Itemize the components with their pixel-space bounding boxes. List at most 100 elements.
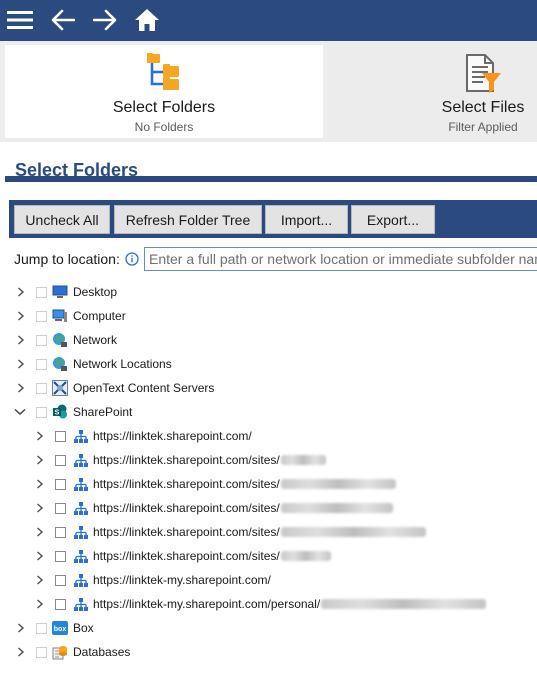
tree-item-label: Databases (73, 645, 131, 659)
tree-item-sharepoint-site[interactable]: https://linktek.sharepoint.com/sites/ (35, 544, 331, 568)
tree-item-label: https://linktek.sharepoint.com/sites/ (93, 453, 280, 467)
tree-checkbox[interactable] (55, 430, 66, 442)
tree-item-label: Network Locations (73, 357, 172, 371)
site-hierarchy-icon (73, 548, 89, 564)
tab-select-folders-title: Select Folders (112, 99, 216, 116)
tree-checkbox[interactable] (55, 502, 66, 514)
tree-item-label: https://linktek-my.sharepoint.com/person… (93, 597, 321, 611)
database-icon (52, 644, 68, 660)
chevron-down-icon[interactable] (14, 407, 26, 417)
chevron-right-icon[interactable] (35, 599, 45, 609)
computer-icon (52, 308, 68, 324)
tree-item-label: SharePoint (73, 405, 133, 419)
forward-arrow-icon[interactable] (89, 4, 121, 36)
chevron-right-icon[interactable] (16, 647, 26, 657)
folder-tree-icon (145, 51, 183, 96)
svg-text:box: box (54, 626, 67, 633)
tree-item-sharepoint-site[interactable]: https://linktek.sharepoint.com/sites/ (35, 472, 396, 496)
chevron-right-icon[interactable] (16, 359, 26, 369)
tree-checkbox[interactable] (36, 382, 47, 394)
tree-item-sharepoint-site[interactable]: https://linktek.sharepoint.com/sites/ (35, 520, 426, 544)
network-globe-icon (52, 332, 68, 348)
desktop-icon (52, 284, 68, 300)
tab-select-files[interactable]: Select Files Filter Applied (323, 45, 537, 142)
chevron-right-icon[interactable] (35, 479, 45, 489)
redacted-text (280, 455, 326, 465)
refresh-folder-tree-button[interactable]: Refresh Folder Tree (114, 205, 262, 234)
tree-item-opentext-content-servers[interactable]: OpenText Content Servers (16, 376, 214, 400)
tree-checkbox[interactable] (55, 454, 66, 466)
tree-checkbox[interactable] (55, 526, 66, 538)
redacted-text (280, 551, 331, 561)
tree-item-databases[interactable]: Databases (16, 640, 130, 664)
step-tabs: Select Folders No Folders Select Files F… (0, 41, 537, 182)
chevron-right-icon[interactable] (35, 503, 45, 513)
chevron-right-icon[interactable] (16, 311, 26, 321)
sharepoint-icon: S (52, 404, 68, 420)
tree-checkbox[interactable] (55, 478, 66, 490)
tree-item-box[interactable]: box Box (16, 616, 94, 640)
redacted-text (280, 479, 396, 489)
page-title: Select Folders (15, 160, 139, 180)
tree-item-label: Computer (73, 309, 126, 323)
tab-select-files-title: Select Files (441, 99, 525, 116)
top-navigation-bar (0, 0, 537, 41)
chevron-right-icon[interactable] (16, 623, 26, 633)
site-hierarchy-icon (73, 524, 89, 540)
tree-item-label: https://linktek.sharepoint.com/sites/ (93, 501, 280, 515)
network-locations-icon (52, 356, 68, 372)
tree-item-label: https://linktek.sharepoint.com/sites/ (93, 549, 280, 563)
tree-checkbox[interactable] (36, 622, 47, 634)
chevron-right-icon[interactable] (35, 527, 45, 537)
site-hierarchy-icon (73, 452, 89, 468)
import-button[interactable]: Import... (265, 205, 348, 234)
jump-location-input[interactable] (144, 247, 537, 271)
tree-item-network-locations[interactable]: Network Locations (16, 352, 172, 376)
tree-checkbox[interactable] (55, 574, 66, 586)
hamburger-menu-icon[interactable] (4, 4, 36, 36)
tree-item-sharepoint-site[interactable]: https://linktek-my.sharepoint.com/ (35, 568, 271, 592)
info-icon[interactable] (125, 252, 139, 266)
tree-checkbox[interactable] (36, 406, 47, 418)
chevron-right-icon[interactable] (16, 287, 26, 297)
tab-select-files-status: Filter Applied (448, 120, 518, 134)
home-icon[interactable] (131, 4, 163, 36)
site-hierarchy-icon (73, 596, 89, 612)
uncheck-all-button[interactable]: Uncheck All (14, 205, 110, 234)
file-filter-icon (463, 51, 503, 100)
chevron-right-icon[interactable] (16, 335, 26, 345)
tree-checkbox[interactable] (36, 310, 47, 322)
tree-checkbox[interactable] (36, 334, 47, 346)
tree-checkbox[interactable] (55, 598, 66, 610)
tree-item-desktop[interactable]: Desktop (16, 280, 117, 304)
tree-item-sharepoint-site[interactable]: https://linktek.sharepoint.com/sites/ (35, 496, 393, 520)
back-arrow-icon[interactable] (47, 4, 79, 36)
folder-toolbar: Uncheck All Refresh Folder Tree Import..… (9, 200, 537, 238)
site-hierarchy-icon (73, 500, 89, 516)
redacted-text (280, 527, 426, 537)
site-hierarchy-icon (73, 572, 89, 588)
tree-item-sharepoint-site[interactable]: https://linktek.sharepoint.com/sites/ (35, 448, 326, 472)
redacted-text (280, 503, 393, 513)
tree-item-sharepoint[interactable]: S SharePoint (14, 400, 132, 424)
tree-item-sharepoint-site[interactable]: https://linktek.sharepoint.com/ (35, 424, 252, 448)
tree-checkbox[interactable] (55, 550, 66, 562)
tree-item-network[interactable]: Network (16, 328, 117, 352)
redacted-text (321, 599, 487, 609)
tree-checkbox[interactable] (36, 286, 47, 298)
tree-item-computer[interactable]: Computer (16, 304, 126, 328)
export-button[interactable]: Export... (351, 205, 435, 234)
chevron-right-icon[interactable] (35, 455, 45, 465)
chevron-right-icon[interactable] (35, 431, 45, 441)
chevron-right-icon[interactable] (35, 551, 45, 561)
tree-item-sharepoint-site[interactable]: https://linktek-my.sharepoint.com/person… (35, 592, 487, 616)
tree-checkbox[interactable] (36, 646, 47, 658)
tree-item-label: OpenText Content Servers (73, 381, 215, 395)
tab-select-folders-status: No Folders (134, 120, 194, 134)
chevron-right-icon[interactable] (35, 575, 45, 585)
chevron-right-icon[interactable] (16, 383, 26, 393)
tree-item-label: Desktop (73, 285, 118, 299)
tab-select-folders[interactable]: Select Folders No Folders (5, 45, 323, 138)
tree-checkbox[interactable] (36, 358, 47, 370)
jump-to-location-label: Jump to location: (14, 251, 120, 267)
